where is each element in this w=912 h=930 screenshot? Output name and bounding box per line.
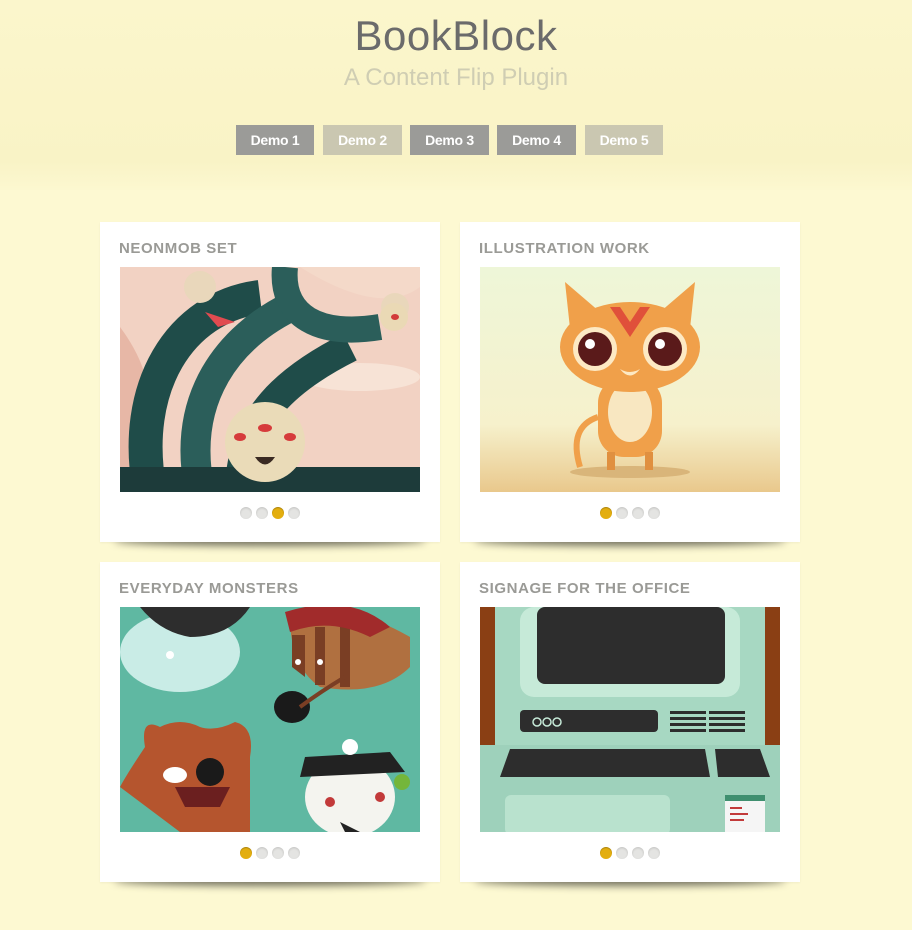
slide-indicator <box>100 506 440 519</box>
slide-dot-1[interactable] <box>240 507 252 519</box>
slide-dot-4[interactable] <box>648 847 660 859</box>
page-header: BookBlock A Content Flip Plugin Demo 1 D… <box>0 0 912 190</box>
demo-2-button[interactable]: Demo 2 <box>323 125 402 155</box>
slide-dot-3[interactable] <box>632 847 644 859</box>
slide-dot-1[interactable] <box>600 847 612 859</box>
card-title: EVERYDAY MONSTERS <box>119 580 299 597</box>
slide-dot-2[interactable] <box>616 847 628 859</box>
page-title: BookBlock <box>354 12 558 59</box>
slide-dot-2[interactable] <box>256 847 268 859</box>
orange-cat-image[interactable] <box>480 267 780 492</box>
slide-dot-2[interactable] <box>256 507 268 519</box>
slide-dot-3[interactable] <box>272 507 284 519</box>
slide-dot-4[interactable] <box>288 847 300 859</box>
slide-dot-1[interactable] <box>240 847 252 859</box>
slide-dot-3[interactable] <box>272 847 284 859</box>
slide-dot-3[interactable] <box>632 507 644 519</box>
bookblock-card-signage: SIGNAGE FOR THE OFFICE <box>460 562 800 882</box>
bookblock-card-illustration: ILLUSTRATION WORK <box>460 222 800 542</box>
card-title: ILLUSTRATION WORK <box>479 240 650 257</box>
demo-5-button[interactable]: Demo 5 <box>585 125 663 155</box>
page-subtitle: A Content Flip Plugin <box>343 64 569 91</box>
demo-3-button[interactable]: Demo 3 <box>410 125 489 155</box>
bookblock-card-neonmob: NEONMOB SET <box>100 222 440 542</box>
card-title: NEONMOB SET <box>119 240 238 257</box>
demo-1-button[interactable]: Demo 1 <box>236 125 314 155</box>
demo-4-button[interactable]: Demo 4 <box>497 125 576 155</box>
pirate-monsters-image[interactable] <box>120 607 420 832</box>
bookblock-card-monsters: EVERYDAY MONSTERS <box>100 562 440 882</box>
slide-dot-1[interactable] <box>600 507 612 519</box>
slide-dot-4[interactable] <box>288 507 300 519</box>
slide-indicator <box>460 846 800 859</box>
monster-tentacles-image[interactable] <box>120 267 420 492</box>
slide-dot-2[interactable] <box>616 507 628 519</box>
slide-indicator <box>460 506 800 519</box>
card-title: SIGNAGE FOR THE OFFICE <box>479 580 691 597</box>
retro-computer-image[interactable] <box>480 607 780 832</box>
slide-indicator <box>100 846 440 859</box>
slide-dot-4[interactable] <box>648 507 660 519</box>
